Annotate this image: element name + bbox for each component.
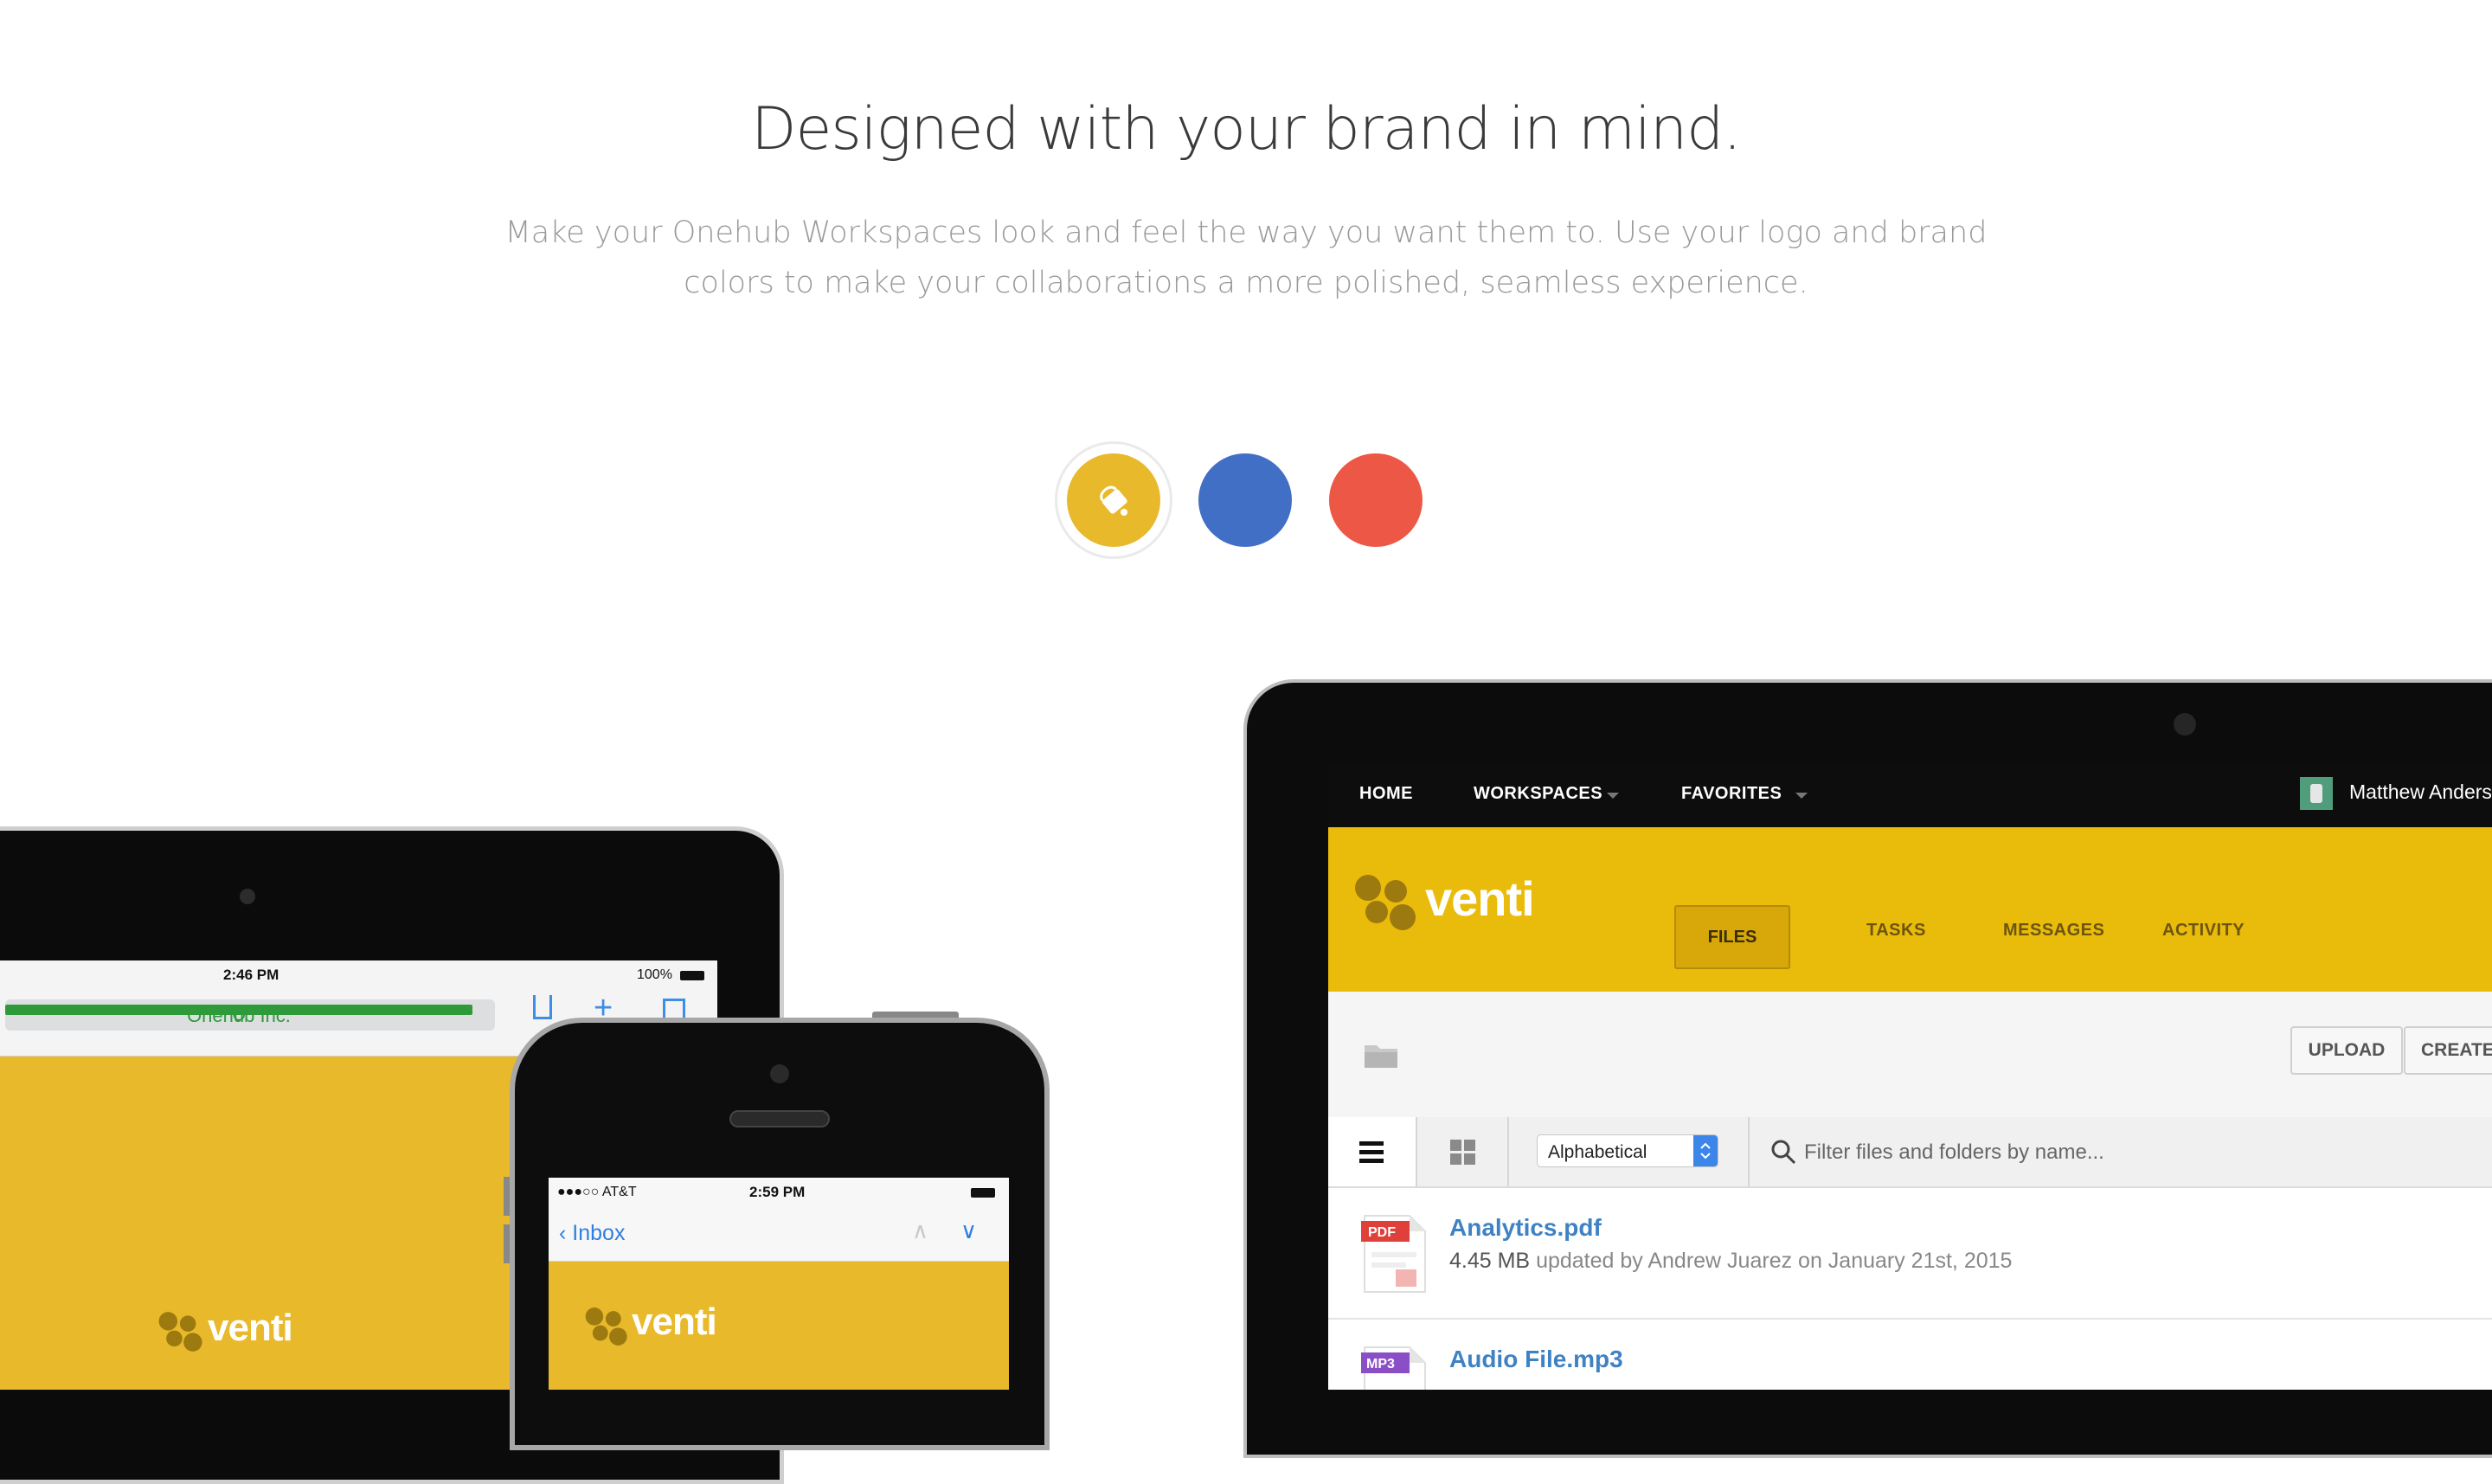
phone-time: 2:59 PM — [749, 1184, 806, 1200]
grid-view-button[interactable] — [1417, 1117, 1509, 1186]
sort-select-value: Alphabetical — [1548, 1142, 1647, 1162]
upload-button[interactable]: UPLOAD — [2290, 1026, 2403, 1075]
tablet-camera — [240, 889, 255, 904]
hero-title: Designed with your brand in mind. — [751, 95, 1742, 164]
list-view-button[interactable] — [1328, 1117, 1417, 1186]
nav-home[interactable]: HOME — [1359, 784, 1413, 804]
search-icon — [1771, 1140, 1796, 1165]
tab-tasks[interactable]: TASKS — [1866, 921, 1926, 941]
laptop-camera — [2174, 713, 2196, 736]
chevron-down-icon — [1795, 793, 1808, 799]
swatch-blue[interactable] — [1198, 453, 1292, 547]
phone-screen: ●●●○○ AT&T 2:59 PM ‹ Inbox ∧ ∨ venti — [549, 1178, 1009, 1390]
filter-bar: Alphabetical — [1328, 1117, 2492, 1188]
chevron-down-icon[interactable]: ∨ — [960, 1217, 977, 1244]
list-item[interactable]: MP3 Audio File.mp3 — [1328, 1320, 2492, 1390]
tablet-battery-level: 100% — [637, 967, 672, 982]
paint-bucket-icon — [1100, 485, 1127, 516]
nav-workspaces[interactable]: WORKSPACES — [1474, 784, 1602, 804]
back-button[interactable]: ‹ Inbox — [559, 1221, 625, 1246]
chevron-down-icon — [1607, 793, 1619, 799]
tablet-brand-name: venti — [208, 1307, 293, 1349]
file-size: 4.45 MB — [1449, 1249, 1531, 1273]
brand-name: venti — [1425, 871, 1535, 926]
phone-volume-button — [504, 1177, 510, 1216]
audio-file-icon: MP3 — [1361, 1346, 1426, 1390]
battery-icon — [971, 1188, 995, 1198]
back-label: Inbox — [572, 1221, 626, 1245]
phone-volume-button — [504, 1224, 510, 1263]
share-icon[interactable] — [533, 995, 552, 1019]
file-name[interactable]: Audio File.mp3 — [1449, 1346, 1623, 1373]
venti-logo-icon — [585, 1307, 627, 1346]
brand-header: venti FILES TASKS MESSAGES ACTIVITY — [1328, 827, 2492, 992]
carrier-signal: ●●●○○ AT&T — [557, 1185, 637, 1199]
create-button[interactable]: CREATE — [2404, 1026, 2492, 1075]
tab-messages[interactable]: MESSAGES — [2003, 921, 2104, 941]
phone-brand-name: venti — [632, 1301, 717, 1343]
file-name[interactable]: Analytics.pdf — [1449, 1214, 1602, 1242]
tab-files[interactable]: FILES — [1674, 905, 1790, 969]
venti-logo-icon — [1355, 875, 1416, 930]
list-icon — [1359, 1141, 1384, 1163]
address-bar[interactable]: Onehub Inc. ↻ — [5, 999, 495, 1031]
phone-status-bar: ●●●○○ AT&T 2:59 PM — [549, 1178, 1009, 1207]
reload-icon[interactable]: ↻ — [5, 1005, 472, 1027]
phone-camera — [770, 1064, 789, 1083]
venti-logo-icon — [158, 1312, 202, 1352]
search-input[interactable] — [1802, 1134, 2412, 1171]
folder-icon[interactable] — [1363, 1040, 1399, 1070]
laptop-screen: HOME WORKSPACES FAVORITES Matthew Anders… — [1328, 763, 2492, 1390]
select-arrows-icon — [1693, 1135, 1718, 1166]
tab-activity[interactable]: ACTIVITY — [2162, 921, 2245, 941]
hero-subtitle: Make your Onehub Workspaces look and fee… — [504, 215, 1988, 300]
sort-area: Alphabetical — [1509, 1117, 1750, 1186]
nav-favorites[interactable]: FAVORITES — [1681, 784, 1782, 804]
tablet-time: 2:46 PM — [223, 967, 279, 983]
tablet-status-bar: 2:46 PM 100% — [0, 960, 717, 990]
grid-icon — [1450, 1140, 1475, 1165]
top-navigation: HOME WORKSPACES FAVORITES Matthew Anders — [1328, 763, 2492, 827]
battery-icon — [680, 971, 704, 980]
tab-files-label: FILES — [1707, 928, 1757, 947]
swatch-red[interactable] — [1329, 453, 1423, 547]
phone-nav-bar: ‹ Inbox ∧ ∨ — [549, 1207, 1009, 1262]
user-name[interactable]: Matthew Anders — [2349, 781, 2492, 804]
phone-speaker — [729, 1110, 830, 1127]
file-updated: updated by Andrew Juarez on January 21st… — [1536, 1249, 2013, 1273]
file-type-label: PDF — [1368, 1225, 1396, 1240]
chevron-up-icon[interactable]: ∧ — [912, 1217, 928, 1244]
file-meta: 4.45 MB updated by Andrew Juarez on Janu… — [1449, 1249, 2012, 1274]
file-toolbar: UPLOAD CREATE — [1328, 992, 2492, 1119]
avatar[interactable] — [2300, 777, 2333, 810]
list-item[interactable]: PDF Analytics.pdf 4.45 MB updated by And… — [1328, 1188, 2492, 1320]
file-type-label: MP3 — [1366, 1357, 1395, 1372]
sort-select[interactable]: Alphabetical — [1537, 1134, 1718, 1167]
pdf-file-icon: PDF — [1361, 1215, 1426, 1293]
